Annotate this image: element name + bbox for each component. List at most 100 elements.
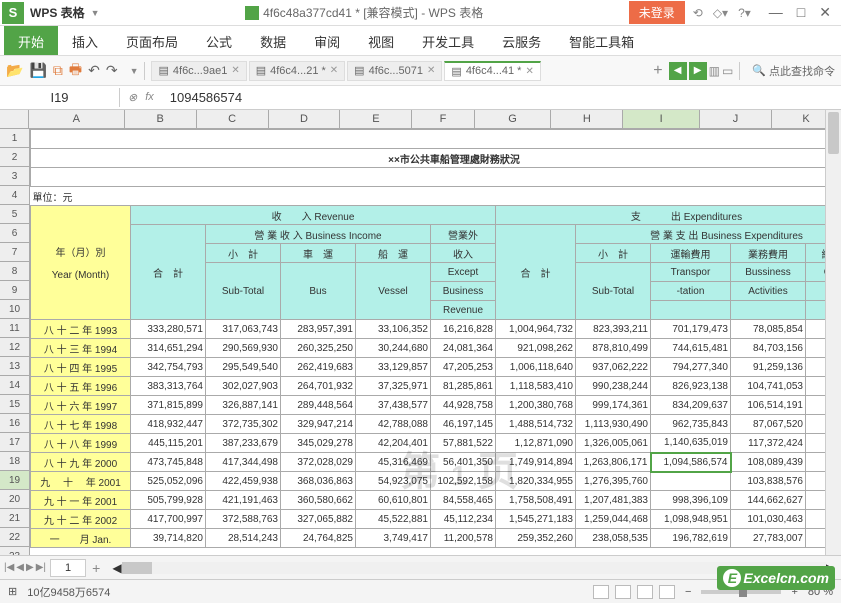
year-cell[interactable]: 一 月 Jan.	[31, 529, 131, 548]
print-preview-icon[interactable]: ⧉	[53, 62, 63, 79]
qat-dropdown-icon[interactable]: ▼	[130, 66, 139, 76]
active-cell[interactable]: 1,094,586,574	[651, 453, 731, 472]
doc-tab-close-icon[interactable]: ✕	[427, 65, 435, 76]
sheet-tab-1[interactable]: 1	[50, 559, 86, 577]
doc-tab-close-icon[interactable]: ✕	[330, 65, 338, 76]
row-header-8[interactable]: 8	[0, 262, 29, 281]
hscroll-left-icon[interactable]: ◀	[112, 561, 121, 575]
cell-reference-box[interactable]: I19	[0, 88, 120, 107]
menu-smart-tools[interactable]: 智能工具箱	[555, 26, 648, 55]
col-header-J[interactable]: J	[700, 110, 772, 128]
sheet-next-button[interactable]: ▶	[26, 562, 34, 573]
doc-tab-close-icon[interactable]: ✕	[231, 65, 239, 76]
col-header-I[interactable]: I	[623, 110, 700, 128]
vertical-scrollbar[interactable]	[825, 110, 841, 555]
new-tab-button[interactable]: +	[649, 62, 666, 80]
row-header-1[interactable]: 1	[0, 129, 29, 148]
tab-window-button[interactable]: ▭	[722, 64, 733, 78]
menu-review[interactable]: 审阅	[300, 26, 354, 55]
row-header-22[interactable]: 22	[0, 528, 29, 547]
sheet-prev-button[interactable]: ◀	[16, 562, 24, 573]
sheet-first-button[interactable]: |◀	[4, 562, 14, 573]
maximize-button[interactable]: □	[797, 4, 805, 21]
year-cell[interactable]: 八 十 三 年 1994	[31, 339, 131, 358]
row-header-19[interactable]: 19	[0, 471, 29, 490]
col-header-C[interactable]: C	[197, 110, 269, 128]
row-header-21[interactable]: 21	[0, 509, 29, 528]
col-header-A[interactable]: A	[29, 110, 125, 128]
row-header-4[interactable]: 4	[0, 186, 29, 205]
row-header-9[interactable]: 9	[0, 281, 29, 300]
col-header-B[interactable]: B	[125, 110, 197, 128]
row-header-3[interactable]: 3	[0, 167, 29, 186]
save-icon[interactable]: 💾	[29, 62, 46, 79]
menu-formula[interactable]: 公式	[192, 26, 246, 55]
menu-cloud[interactable]: 云服务	[488, 26, 555, 55]
row-header-6[interactable]: 6	[0, 224, 29, 243]
year-cell[interactable]: 八 十 四 年 1995	[31, 358, 131, 377]
row-header-10[interactable]: 10	[0, 300, 29, 319]
row-header-11[interactable]: 11	[0, 319, 29, 338]
year-cell[interactable]: 九 十 年 2001	[31, 472, 131, 491]
col-header-E[interactable]: E	[340, 110, 412, 128]
fx-icon[interactable]: fx	[145, 91, 154, 104]
doc-tab-3[interactable]: ▤4f6c...5071✕	[347, 61, 442, 81]
help-icon[interactable]: ?▾	[738, 6, 751, 20]
horizontal-scroll-thumb[interactable]	[122, 562, 152, 574]
col-header-H[interactable]: H	[551, 110, 623, 128]
tab-next-button[interactable]: ▶	[689, 62, 707, 80]
col-header-G[interactable]: G	[475, 110, 552, 128]
open-folder-icon[interactable]: 📂	[6, 62, 23, 79]
row-header-5[interactable]: 5	[0, 205, 29, 224]
redo-icon[interactable]: ↷	[106, 62, 118, 79]
year-cell[interactable]: 八 十 六 年 1997	[31, 396, 131, 415]
formula-input[interactable]: 1094586574	[162, 88, 841, 107]
doc-tab-1[interactable]: ▤4f6c...9ae1✕	[151, 61, 246, 81]
row-header-15[interactable]: 15	[0, 395, 29, 414]
year-cell[interactable]: 九 十 一 年 2001	[31, 491, 131, 510]
row-header-16[interactable]: 16	[0, 414, 29, 433]
cloud-icon[interactable]: ◇▾	[713, 6, 728, 20]
year-cell[interactable]: 九 十 二 年 2002	[31, 510, 131, 529]
sync-icon[interactable]: ⟲	[693, 6, 703, 20]
menu-page-layout[interactable]: 页面布局	[112, 26, 192, 55]
tab-prev-button[interactable]: ◀	[669, 62, 687, 80]
tab-list-button[interactable]: ▥	[709, 64, 720, 78]
menu-data[interactable]: 数据	[246, 26, 300, 55]
row-header-17[interactable]: 17	[0, 433, 29, 452]
menu-start[interactable]: 开始	[4, 26, 58, 55]
row-header-14[interactable]: 14	[0, 376, 29, 395]
search-command[interactable]: 🔍 点此查找命令	[752, 63, 835, 79]
row-header-23[interactable]: 23	[0, 547, 29, 555]
unit-cell[interactable]: 單位：元	[31, 187, 131, 206]
main-title-cell[interactable]: ××市公共車船管理處財務狀況	[31, 149, 841, 168]
menu-insert[interactable]: 插入	[58, 26, 112, 55]
row-header-2[interactable]: 2	[0, 148, 29, 167]
undo-icon[interactable]: ↶	[88, 62, 100, 79]
print-icon[interactable]: 🖶	[69, 59, 82, 83]
login-button[interactable]: 未登录	[629, 1, 685, 24]
year-cell[interactable]: 八 十 五 年 1996	[31, 377, 131, 396]
year-cell[interactable]: 八 十 七 年 1998	[31, 415, 131, 434]
year-cell[interactable]: 八 十 九 年 2000	[31, 453, 131, 472]
doc-tab-4[interactable]: ▤4f6c4...41 *✕	[444, 61, 540, 81]
row-header-12[interactable]: 12	[0, 338, 29, 357]
hdr-year[interactable]: 年（月）別Year (Month)	[31, 206, 131, 320]
cancel-formula-icon[interactable]: ⊗	[128, 91, 137, 104]
row-header-13[interactable]: 13	[0, 357, 29, 376]
close-button[interactable]: ✕	[819, 4, 831, 21]
row-header-20[interactable]: 20	[0, 490, 29, 509]
vertical-scroll-thumb[interactable]	[828, 112, 839, 154]
menu-dev-tools[interactable]: 开发工具	[408, 26, 488, 55]
select-all-corner[interactable]	[0, 110, 29, 128]
add-sheet-button[interactable]: +	[86, 560, 106, 576]
grid-cells[interactable]: ××市公共車船管理處財務狀況單位：元年（月）別Year (Month)收 入 R…	[30, 129, 841, 555]
doc-tab-2[interactable]: ▤4f6c4...21 *✕	[249, 61, 345, 81]
row-header-18[interactable]: 18	[0, 452, 29, 471]
year-cell[interactable]: 八 十 八 年 1999	[31, 434, 131, 453]
row-header-7[interactable]: 7	[0, 243, 29, 262]
col-header-F[interactable]: F	[412, 110, 474, 128]
minimize-button[interactable]: —	[769, 4, 783, 21]
sheet-last-button[interactable]: ▶|	[36, 562, 46, 573]
doc-tab-close-icon[interactable]: ✕	[525, 66, 533, 77]
